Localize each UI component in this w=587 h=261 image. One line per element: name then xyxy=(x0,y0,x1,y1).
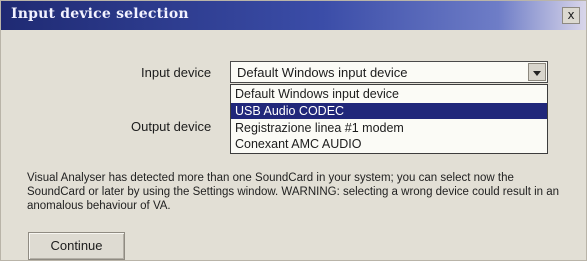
dropdown-option-conexant[interactable]: Conexant AMC AUDIO xyxy=(231,136,547,152)
dropdown-option-default[interactable]: Default Windows input device xyxy=(231,86,547,102)
output-device-label: Output device xyxy=(131,119,212,134)
info-message: Visual Analyser has detected more than o… xyxy=(27,172,560,212)
chevron-down-icon xyxy=(533,71,541,76)
window-title: Input device selection xyxy=(11,6,189,22)
input-device-selection-dialog: Input device selection x Input device De… xyxy=(0,0,587,261)
input-device-select[interactable]: Default Windows input device xyxy=(230,61,548,83)
close-button[interactable]: x xyxy=(562,7,580,24)
title-bar[interactable]: Input device selection x xyxy=(1,1,586,30)
continue-button[interactable]: Continue xyxy=(28,232,125,260)
input-device-selected-value: Default Windows input device xyxy=(237,65,408,80)
dropdown-button[interactable] xyxy=(528,63,546,81)
input-device-dropdown-list: Default Windows input device USB Audio C… xyxy=(230,84,548,154)
dropdown-option-modem[interactable]: Registrazione linea #1 modem xyxy=(231,120,547,136)
close-icon: x xyxy=(567,8,575,22)
dropdown-option-usb-audio-codec[interactable]: USB Audio CODEC xyxy=(231,103,547,119)
input-device-label: Input device xyxy=(141,65,212,80)
